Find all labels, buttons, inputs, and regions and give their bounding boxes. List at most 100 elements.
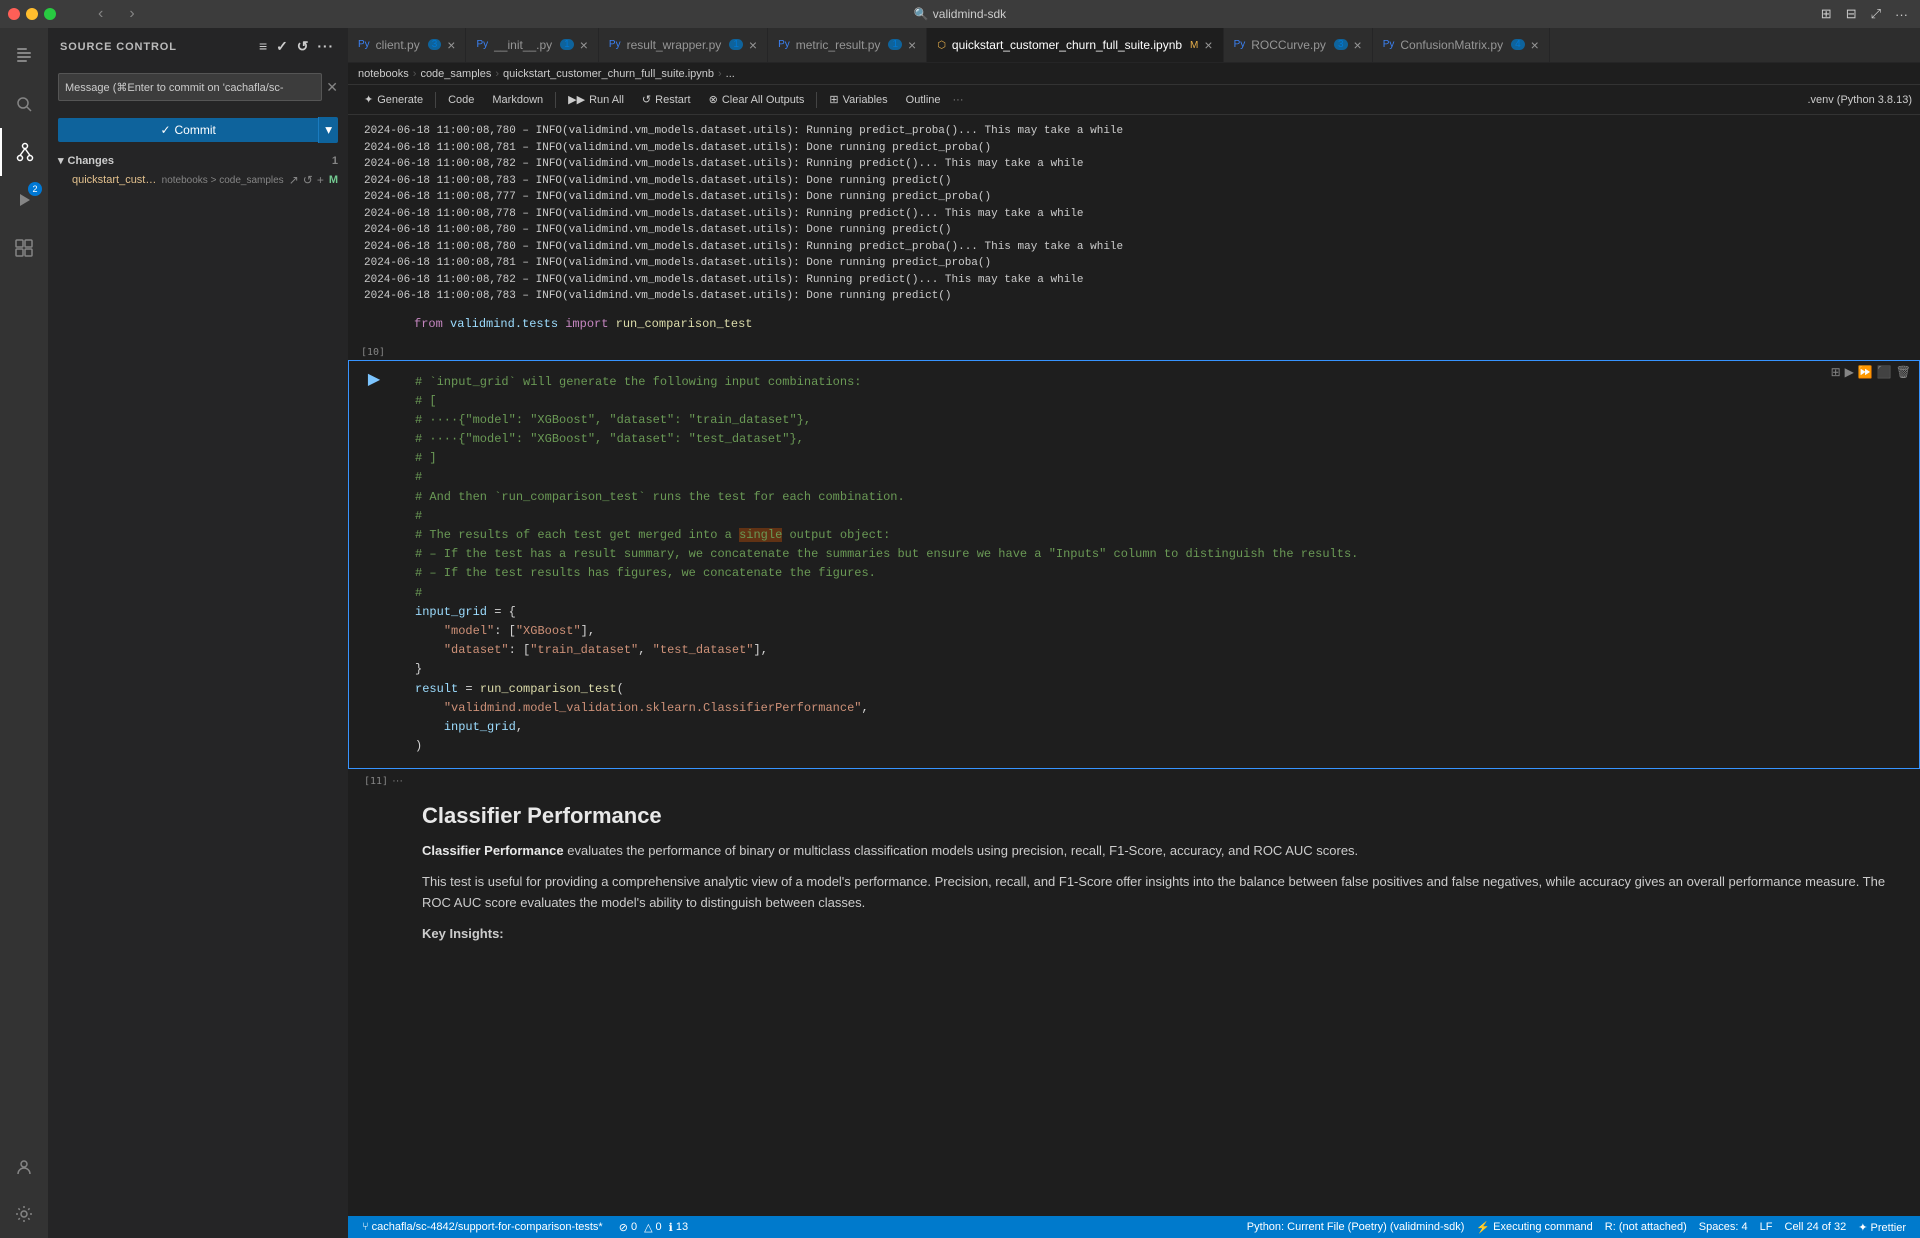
outline-button[interactable]: Outline [898,91,949,109]
commit-btn-row: ✓ Commit ▾ [58,117,338,143]
close-button[interactable] [8,8,20,20]
output-line: 2024-06-18 11:00:08,780 – INFO(validmind… [364,123,1904,140]
split-icon[interactable]: ⊟ [1842,4,1861,24]
changed-file-item[interactable]: quickstart_customer_churn_full_suite.ipy… [48,170,348,190]
window-controls[interactable] [8,8,56,20]
status-kernel[interactable]: Python: Current File (Poetry) (validmind… [1241,1221,1471,1233]
markdown-button[interactable]: Markdown [484,91,551,109]
status-spaces[interactable]: Spaces: 4 [1693,1221,1754,1233]
file-discard-icon[interactable]: ↺ [302,172,314,188]
tab-metric-result[interactable]: Py metric_result.py 1 × [768,28,927,62]
message-area: Message (⌘Enter to commit on 'cachafla/s… [48,65,348,113]
file-open-icon[interactable]: ↗ [288,172,300,188]
output-line: 2024-06-18 11:00:08,783 – INFO(validmind… [364,173,1904,190]
more-icon[interactable]: ··· [1891,5,1912,24]
status-errors[interactable]: ⊘ 0 △ 0 ℹ 13 [613,1221,694,1234]
sidebar-check-icon[interactable]: ✓ [274,36,291,57]
breadcrumb-more[interactable]: ... [726,68,735,80]
restart-button[interactable]: ↺ Restart [634,90,699,109]
tab-confusion-matrix[interactable]: Py ConfusionMatrix.py 4 × [1373,28,1550,62]
layout-icon[interactable]: ⊞ [1817,4,1836,24]
breadcrumb-notebook-file[interactable]: quickstart_customer_churn_full_suite.ipy… [503,68,714,80]
status-language[interactable]: R: (not attached) [1599,1221,1693,1233]
code-button[interactable]: Code [440,91,482,109]
tab-badge-client: 3 [428,39,442,50]
activity-search[interactable] [0,80,48,128]
status-branch[interactable]: ⑂ cachafla/sc-4842/support-for-compariso… [356,1221,609,1233]
activity-run-debug[interactable]: 2 [0,176,48,224]
commit-dropdown-button[interactable]: ▾ [318,117,338,143]
activity-extensions[interactable] [0,224,48,272]
status-prettier[interactable]: ✦ Prettier [1852,1221,1912,1234]
output-line: 2024-06-18 11:00:08,781 – INFO(validmind… [364,255,1904,272]
sidebar-more-icon[interactable]: ··· [315,36,336,57]
python-file-icon-2: Py [476,39,488,50]
clear-icon: ⊗ [709,93,718,106]
tab-init-py[interactable]: Py __init__.py 1 × [466,28,598,62]
env-label[interactable]: .venv (Python 3.8.13) [1807,94,1912,106]
tab-close-quickstart[interactable]: × [1204,38,1212,52]
cell-delete-btn[interactable]: 🗑 [1896,365,1911,379]
tab-close-init[interactable]: × [580,38,588,52]
tab-close-client[interactable]: × [447,38,455,52]
tab-close-roc[interactable]: × [1354,38,1362,52]
nav-back-button[interactable]: ‹ [98,5,103,23]
tab-badge-init: 1 [560,39,574,50]
titlebar: ‹ › 🔍 validmind-sdk ⊞ ⊟ ⤢ ··· [0,0,1920,28]
python-file-icon-5: Py [1234,39,1246,50]
cell-run-button[interactable]: ▶ [368,369,380,389]
cell-11-label-row: [11] ··· [348,771,1920,787]
tab-result-wrapper[interactable]: Py result_wrapper.py 1 × [599,28,768,62]
cell-stop-btn[interactable]: ⬛ [1877,365,1892,379]
changes-header[interactable]: ▾ Changes 1 [48,151,348,170]
run-all-button[interactable]: ▶▶ Run All [560,90,632,109]
output-line: 2024-06-18 11:00:08,780 – INFO(validmind… [364,239,1904,256]
minimize-button[interactable] [26,8,38,20]
message-clear-icon[interactable]: ✕ [326,79,338,96]
tab-close-confusion[interactable]: × [1531,38,1539,52]
restart-icon: ↺ [642,93,651,106]
nav-forward-button[interactable]: › [129,5,134,23]
status-executing[interactable]: ⚡ Executing command [1470,1221,1598,1234]
cell-11-content[interactable]: # `input_grid` will generate the followi… [399,361,1919,769]
breadcrumb-notebooks[interactable]: notebooks [358,68,409,80]
cell-add-above-btn[interactable]: ⊞ [1831,365,1841,379]
commit-message-input[interactable]: Message (⌘Enter to commit on 'cachafla/s… [58,73,322,101]
output-line: 2024-06-18 11:00:08,783 – INFO(validmind… [364,288,1904,305]
cell-run-next-btn[interactable]: ⏩ [1858,365,1873,379]
variables-button[interactable]: ⊞ Variables [821,90,895,109]
titlebar-title: 🔍 validmind-sdk [914,7,1006,21]
status-kernel-label: Python: Current File (Poetry) (validmind… [1247,1221,1465,1233]
tab-badge-roc: 3 [1334,39,1348,50]
activity-explorer[interactable] [0,32,48,80]
section-para2: This test is useful for providing a comp… [422,872,1896,914]
commit-button[interactable]: ✓ Commit [58,118,318,142]
tab-close-result[interactable]: × [749,38,757,52]
python-file-icon-4: Py [778,39,790,50]
status-bar: ⑂ cachafla/sc-4842/support-for-compariso… [348,1216,1920,1238]
generate-button[interactable]: ✦ Generate [356,90,431,109]
file-stage-icon[interactable]: + [316,172,325,188]
sidebar-list-icon[interactable]: ≡ [257,36,270,57]
tab-quickstart[interactable]: ⬡ quickstart_customer_churn_full_suite.i… [927,28,1223,62]
clear-outputs-button[interactable]: ⊗ Clear All Outputs [701,90,813,109]
info-icon: ℹ [669,1221,673,1234]
git-branch-icon: ⑂ [362,1221,369,1233]
tab-badge-confusion: 4 [1511,39,1525,50]
breadcrumb-code-samples[interactable]: code_samples [420,68,491,80]
status-cursor[interactable]: Cell 24 of 32 [1779,1221,1853,1233]
section-title: Classifier Performance [422,803,1896,829]
fullscreen-icon[interactable]: ⤢ [1867,4,1885,24]
sidebar-refresh-icon[interactable]: ↺ [295,36,312,57]
activity-settings[interactable] [0,1190,48,1238]
tab-badge-result: 1 [729,39,743,50]
activity-source-control[interactable] [0,128,48,176]
status-encoding[interactable]: LF [1754,1221,1779,1233]
tab-close-metric[interactable]: × [908,38,916,52]
maximize-button[interactable] [44,8,56,20]
activity-accounts[interactable] [0,1142,48,1190]
import-line: from validmind.tests import run_comparis… [348,313,1920,339]
tab-roc-curve[interactable]: Py ROCCurve.py 3 × [1224,28,1373,62]
cell-run-btn[interactable]: ▶ [1845,365,1854,379]
tab-client-py[interactable]: Py client.py 3 × [348,28,466,62]
